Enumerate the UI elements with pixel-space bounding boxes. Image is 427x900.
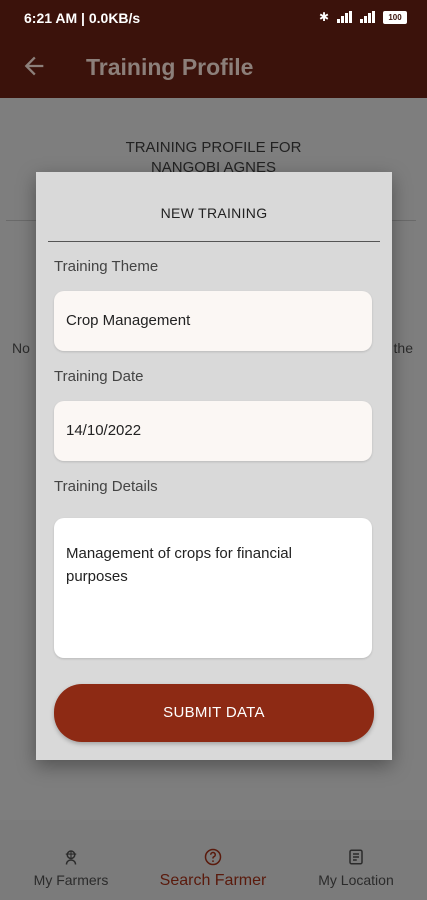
question-icon [204,848,222,866]
new-training-dialog: NEW TRAINING Training Theme Crop Managem… [36,172,392,760]
status-time: 6:21 AM | 0.0KB/s [24,10,141,26]
battery-icon: 100 [383,10,407,24]
nav-my-location[interactable]: My Location [285,828,427,888]
status-bar: 6:21 AM | 0.0KB/s ✱ 100 [0,0,427,38]
app-bar: Training Profile [0,38,427,98]
nav-my-farmers[interactable]: My Farmers [0,828,142,888]
nav-search-farmer[interactable]: Search Farmer [142,828,284,890]
training-details-label: Training Details [54,478,158,495]
signal-icon [337,11,352,23]
training-theme-input[interactable]: Crop Management [54,291,372,351]
submit-data-button[interactable]: SUBMIT DATA [54,684,374,742]
status-icons: ✱ 100 [319,10,407,24]
back-arrow-icon[interactable] [20,52,48,80]
dialog-title: NEW TRAINING [160,205,268,221]
background-text-right: the [393,340,413,356]
nav-my-farmers-label: My Farmers [33,872,109,888]
signal-icon-2 [360,11,375,23]
farmer-icon [65,850,77,865]
training-details-textarea[interactable]: Management of crops for financial purpos… [54,518,372,658]
training-date-input[interactable]: 14/10/2022 [54,401,372,461]
bottom-nav: My Farmers Search Farmer My Location [0,820,427,900]
nav-search-farmer-label: Search Farmer [159,872,267,889]
profile-heading-line1: TRAINING PROFILE FOR [125,139,302,156]
dialog-divider [48,241,380,242]
location-icon [349,849,363,865]
nav-my-location-label: My Location [318,872,394,888]
page-title: Training Profile [86,54,254,80]
training-date-label: Training Date [54,368,144,385]
training-theme-label: Training Theme [54,258,159,275]
background-text-left: No [12,340,30,356]
bluetooth-icon: ✱ [318,10,329,24]
